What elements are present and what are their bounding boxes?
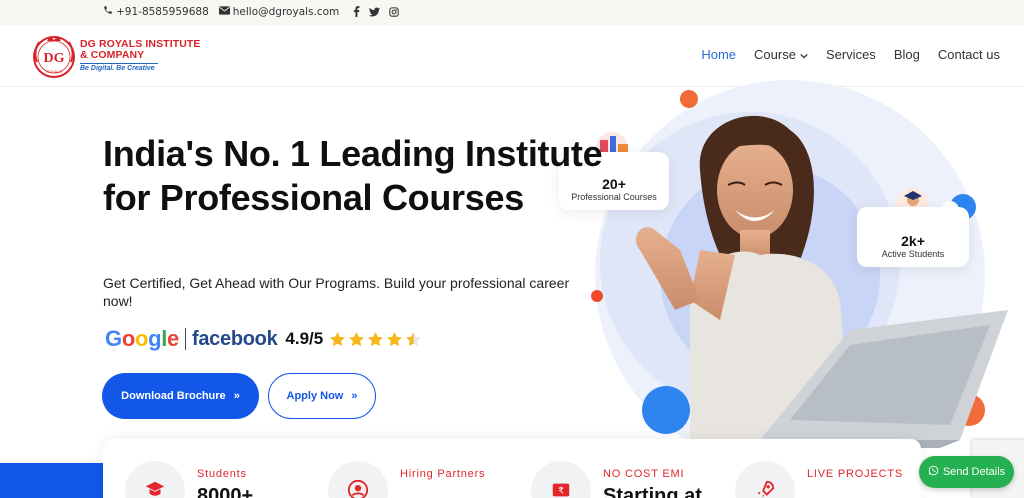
stat-live-label: LIVE PROJECTS — [807, 468, 903, 480]
google-logo: Google — [105, 326, 179, 351]
rupee-icon: ₹ — [550, 479, 572, 498]
hero-title: India's No. 1 Leading Institute for Prof… — [103, 133, 603, 218]
top-bar: +91-8585959688 hello@dgroyals.com — [0, 0, 1024, 25]
phone-number: +91-8585959688 — [116, 5, 209, 18]
apply-now-label: Apply Now — [286, 390, 344, 402]
stat-hiring-label: Hiring Partners — [400, 468, 486, 480]
stat-emi: ₹ NO COST EMI Starting at — [531, 439, 721, 498]
site-header: DG ROYALS DG ROYALS INSTITUTE & COMPANY … — [0, 25, 1024, 87]
stat-students: Students 8000+ — [125, 439, 315, 498]
double-chevron-right-icon: » — [233, 390, 240, 402]
students-count: 2k+ — [901, 233, 925, 249]
brand-logo[interactable]: DG ROYALS — [29, 32, 79, 82]
instagram-icon[interactable] — [389, 6, 399, 17]
double-chevron-right-icon: » — [351, 390, 358, 402]
facebook-logo: facebook — [191, 327, 278, 350]
rocket-icon — [754, 479, 776, 498]
user-icon — [347, 479, 369, 498]
decor-dot — [680, 90, 698, 108]
stat-students-value: 8000+ — [197, 485, 254, 498]
nav-label-services: Services — [825, 47, 876, 62]
contact-info: +91-8585959688 hello@dgroyals.com — [103, 5, 399, 18]
chevron-down-icon — [800, 47, 808, 62]
svg-text:ROYALS: ROYALS — [46, 69, 62, 74]
stats-strip: Students 8000+ Hiring Partners ₹ NO COST… — [103, 439, 921, 498]
hero-subtitle: Get Certified, Get Ahead with Our Progra… — [103, 275, 570, 309]
svg-text:DG: DG — [44, 51, 65, 66]
star-icon — [368, 331, 384, 346]
stat-emi-value: Starting at — [603, 485, 702, 498]
star-icon — [349, 331, 365, 346]
stat-live-projects: LIVE PROJECTS — [735, 439, 915, 498]
facebook-icon[interactable] — [353, 6, 360, 17]
phone-link[interactable]: +91-8585959688 — [103, 5, 209, 18]
stat-hiring-partners: Hiring Partners — [328, 439, 518, 498]
nav-label-contact: Contact us — [937, 47, 1000, 62]
nav-label-course: Course — [754, 47, 796, 62]
nav-label-blog: Blog — [893, 47, 920, 62]
stat-emi-label: NO COST EMI — [603, 468, 685, 480]
download-brochure-button[interactable]: Download Brochure » — [102, 373, 259, 419]
send-details-button[interactable]: Send Details — [919, 456, 1014, 488]
nav-item-services[interactable]: Services — [826, 47, 876, 62]
stat-students-label: Students — [197, 468, 247, 480]
email-link[interactable]: hello@dgroyals.com — [218, 5, 340, 18]
rating-stars — [329, 331, 422, 348]
phone-icon — [103, 5, 113, 18]
star-icon — [330, 331, 346, 346]
download-brochure-label: Download Brochure — [121, 390, 226, 402]
brand-tagline: Be Digital. Be Creative — [80, 63, 158, 72]
envelope-icon — [218, 5, 230, 18]
whatsapp-icon — [928, 465, 939, 479]
students-label: Active Students — [881, 249, 945, 259]
graduate-icon — [144, 479, 166, 498]
stat-icon-wrap — [125, 461, 185, 498]
brand-name-line2: & COMPANY — [80, 49, 145, 61]
twitter-icon[interactable] — [369, 6, 381, 17]
social-links — [353, 6, 399, 17]
stat-icon-wrap: ₹ — [531, 461, 591, 498]
svg-text:₹: ₹ — [558, 486, 564, 497]
brand-name[interactable]: DG ROYALS INSTITUTE & COMPANY Be Digital… — [80, 39, 201, 72]
star-icon — [387, 331, 403, 346]
nav-item-blog[interactable]: Blog — [894, 47, 920, 62]
stat-icon-wrap — [735, 461, 795, 498]
stat-icon-wrap — [328, 461, 388, 498]
send-details-label: Send Details — [942, 466, 1006, 478]
main-nav: Home Course Services Blog Contact us — [701, 47, 1000, 62]
students-stat-card: 2k+ Active Students — [857, 207, 969, 267]
nav-item-contact[interactable]: Contact us — [938, 47, 1000, 62]
email-address: hello@dgroyals.com — [232, 5, 340, 18]
nav-item-home[interactable]: Home — [701, 47, 736, 62]
ratings-row: Google facebook 4.9/5 — [105, 326, 422, 352]
nav-item-course[interactable]: Course — [754, 47, 808, 62]
apply-now-button[interactable]: Apply Now » — [268, 373, 376, 419]
rating-score: 4.9/5 — [285, 329, 324, 348]
accent-band — [0, 463, 104, 498]
nav-label-home: Home — [701, 47, 737, 62]
half-star-icon — [406, 331, 422, 346]
rating-divider — [184, 328, 186, 350]
